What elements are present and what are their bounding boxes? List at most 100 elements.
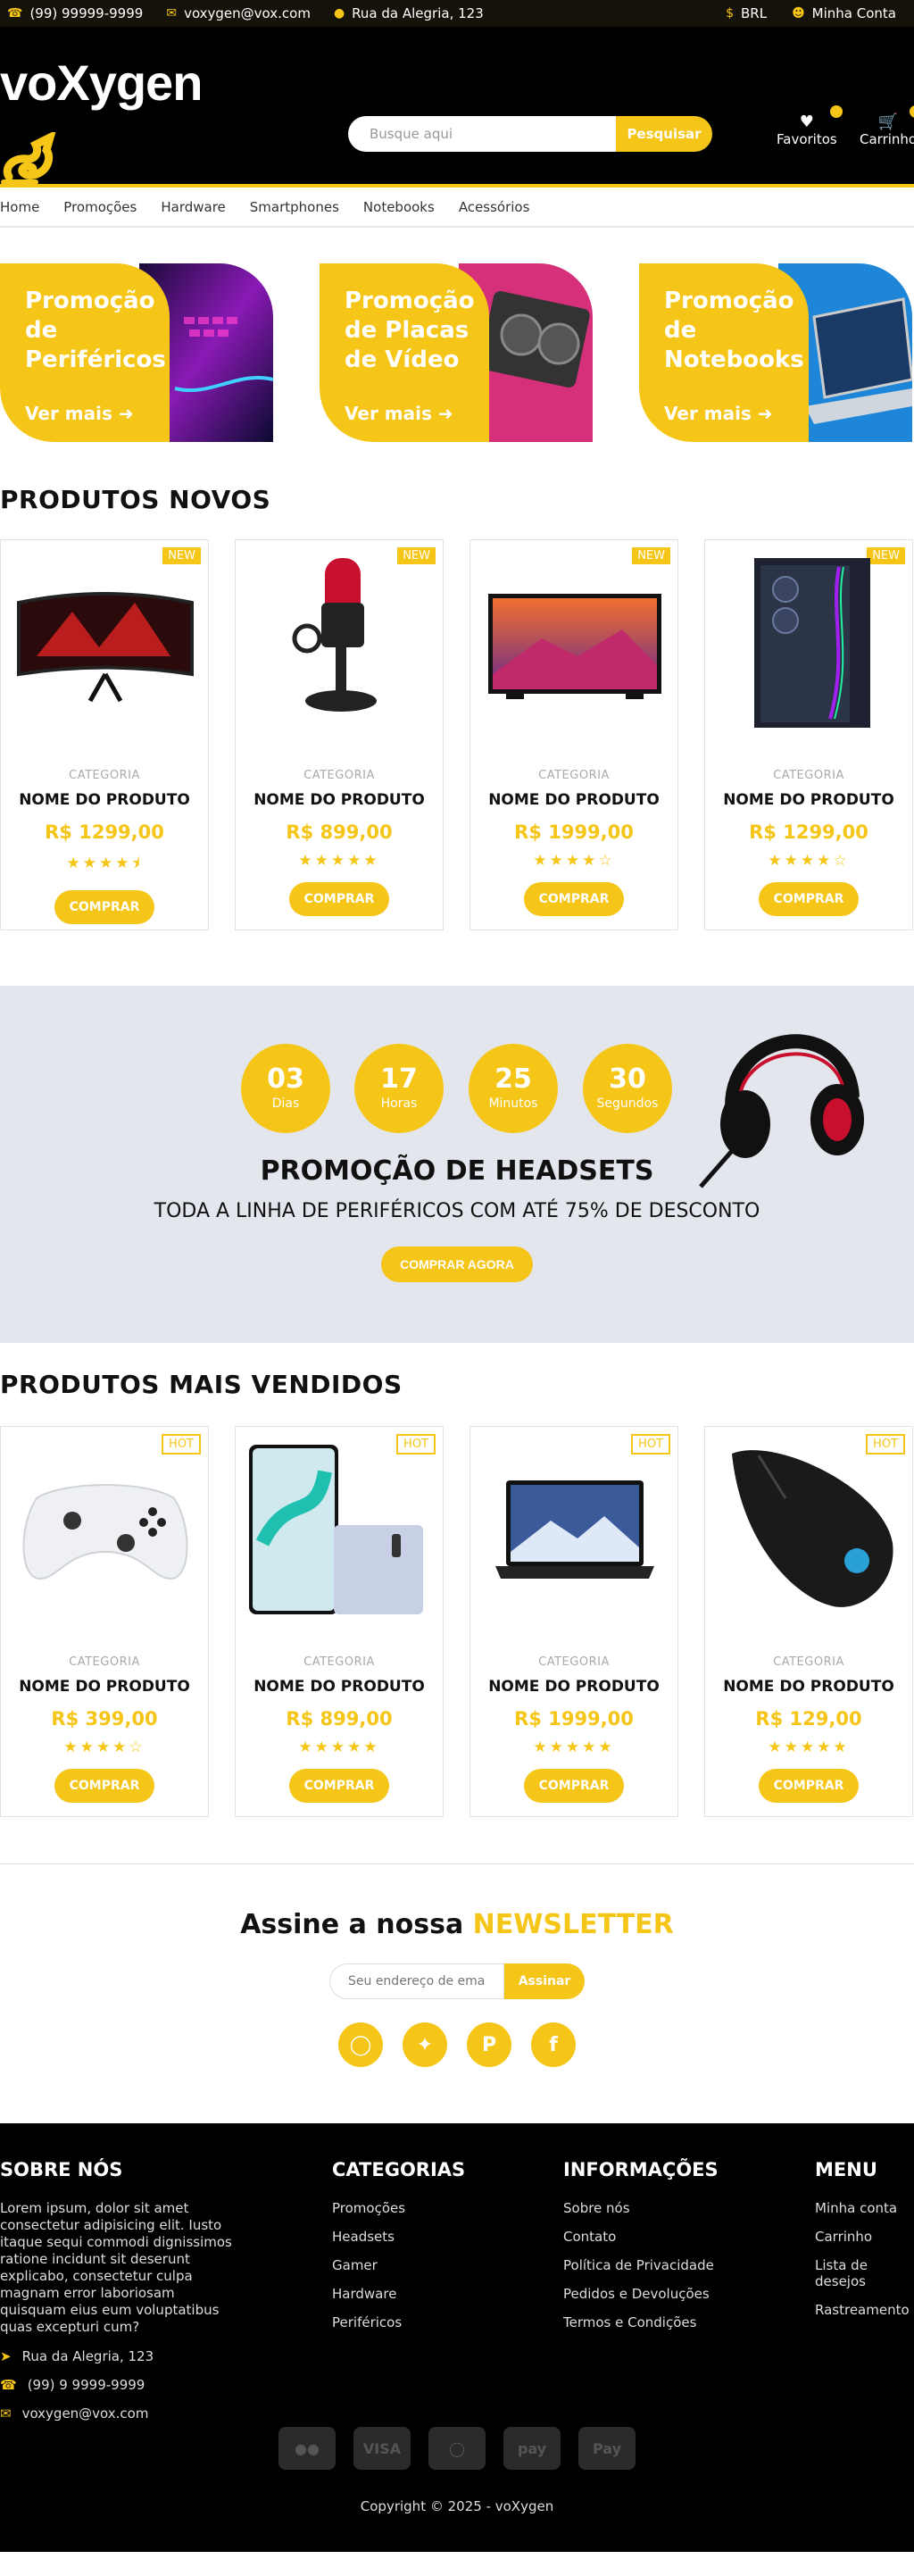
product-card[interactable]: NEW CATEGORIA NOME DO PRODUTO R$ 899,00 …	[235, 539, 444, 930]
footer-link[interactable]: Minha conta	[815, 2200, 914, 2216]
product-card[interactable]: NEW CATEGORIA NOME DO PRODUTO R$ 1299,00…	[0, 539, 209, 930]
envelope-icon: ✉	[0, 2405, 12, 2422]
product-card[interactable]: HOT CATEGORIA NOME DO PRODUTO R$ 399,00 …	[0, 1426, 209, 1817]
site-header: voXygen Pesquisar ♥ Favoritos 🛒 Carrinho	[0, 27, 914, 188]
favorites-link[interactable]: ♥ Favoritos	[777, 105, 843, 147]
pinterest-icon[interactable]: P	[467, 2022, 511, 2067]
arrow-right-icon: ➜	[118, 403, 134, 424]
footer-link[interactable]: Política de Privacidade	[563, 2257, 719, 2273]
footer-menu: MENU Minha conta Carrinho Lista de desej…	[815, 2159, 914, 2330]
nav-item-notebooks[interactable]: Notebooks	[363, 199, 435, 215]
product-card[interactable]: HOT CATEGORIA NOME DO PRODUTO R$ 1999,00…	[469, 1426, 678, 1817]
buy-button[interactable]: COMPRAR	[759, 882, 859, 916]
promo-more-link[interactable]: Ver mais ➜	[25, 403, 134, 424]
footer-link[interactable]: Pedidos e Devoluções	[563, 2286, 719, 2302]
buy-button[interactable]: COMPRAR	[289, 882, 389, 916]
rating-stars: ★★★★⯨	[66, 854, 143, 872]
nav-item-home[interactable]: Home	[0, 199, 39, 215]
deal-subtitle: TODA A LINHA DE PERIFÉRICOS COM ATÉ 75% …	[154, 1200, 760, 1222]
footer-link[interactable]: Sobre nós	[563, 2200, 719, 2216]
rating-stars: ★★★★☆	[63, 1738, 145, 1756]
subscribe-button[interactable]: Assinar	[504, 1963, 585, 1999]
footer-email: ✉ voxygen@vox.com	[0, 2405, 149, 2422]
product-card[interactable]: HOT CATEGORIA NOME DO PRODUTO R$ 129,00 …	[704, 1426, 913, 1817]
visa-icon: VISA	[353, 2427, 411, 2470]
footer-link[interactable]: Gamer	[332, 2257, 465, 2273]
promo-more-link[interactable]: Ver mais ➜	[345, 403, 453, 424]
buy-now-button[interactable]: COMPRAR AGORA	[381, 1246, 533, 1282]
brand-mark-icon	[1, 132, 56, 185]
footer-link[interactable]: Promoções	[332, 2200, 465, 2216]
footer-link[interactable]: Periféricos	[332, 2314, 465, 2330]
product-image-mouse	[732, 1450, 893, 1607]
main-nav: Home Promoções Hardware Smartphones Note…	[0, 188, 914, 228]
favorites-badge	[829, 105, 843, 118]
copyright: Copyright © 2025 - voXygen	[360, 2498, 554, 2514]
buy-button[interactable]: COMPRAR	[524, 1769, 624, 1803]
footer-link[interactable]: Lista de desejos	[815, 2257, 914, 2289]
footer-info: INFORMAÇÕES Sobre nós Contato Política d…	[563, 2159, 719, 2330]
cart-link[interactable]: 🛒 Carrinho	[860, 105, 914, 147]
facebook-icon[interactable]: f	[531, 2022, 576, 2067]
footer-link[interactable]: Carrinho	[815, 2229, 914, 2245]
account-link[interactable]: ☻ Minha Conta	[792, 5, 896, 21]
dollar-icon: $	[726, 6, 734, 21]
headset-deal-banner: 03 Dias 17 Horas 25 Minutos 30 Segundos PROM…	[0, 986, 914, 1343]
mastercard-icon: ●●	[278, 2427, 336, 2470]
nav-item-hardware[interactable]: Hardware	[161, 199, 225, 215]
footer-link[interactable]: Contato	[563, 2229, 719, 2245]
social-links: ◯ ✦ P f	[0, 2022, 914, 2067]
search-bar: Pesquisar	[348, 116, 712, 152]
rating-stars: ★★★★☆	[768, 852, 850, 870]
promo-more-link[interactable]: Ver mais ➜	[664, 403, 773, 424]
brand-logo[interactable]: voXygen	[0, 54, 203, 112]
section-title-best-sellers: PRODUTOS MAIS VENDIDOS	[0, 1370, 403, 1399]
section-title-new: PRODUTOS NOVOS	[0, 485, 271, 514]
instagram-icon[interactable]: ◯	[338, 2022, 383, 2067]
newsletter-form: Assinar	[329, 1963, 585, 1999]
rating-stars: ★★★★★	[533, 1738, 615, 1756]
promo-perifericos[interactable]: Promoção de Periféricos Ver mais ➜	[0, 263, 273, 442]
product-image-pc-case	[754, 558, 870, 728]
countdown-hours: 17 Horas	[354, 1044, 444, 1133]
product-image-laptop	[495, 1480, 654, 1579]
product-card[interactable]: NEW CATEGORIA NOME DO PRODUTO R$ 1299,00…	[704, 539, 913, 930]
newsletter-title: Assine a nossa NEWSLETTER	[240, 1909, 674, 1940]
currency-selector[interactable]: $ BRL	[726, 5, 767, 21]
footer-link[interactable]: Headsets	[332, 2229, 465, 2245]
buy-button[interactable]: COMPRAR	[289, 1769, 389, 1803]
buy-button[interactable]: COMPRAR	[524, 882, 624, 916]
newsletter-email-input[interactable]	[329, 1963, 504, 1999]
about-text: Lorem ipsum, dolor sit amet consectetur …	[0, 2200, 232, 2335]
nav-item-smartphones[interactable]: Smartphones	[250, 199, 339, 215]
buy-button[interactable]: COMPRAR	[759, 1769, 859, 1803]
best-sellers-grid: HOT CATEGORIA NOME DO PRODUTO R$ 399,00 …	[0, 1426, 914, 1846]
buy-button[interactable]: COMPRAR	[54, 890, 154, 924]
envelope-icon: ✉	[166, 6, 178, 21]
cart-icon: 🛒	[860, 105, 914, 131]
arrow-right-icon: ➜	[437, 403, 453, 424]
product-card[interactable]: HOT CATEGORIA NOME DO PRODUTO R$ 899,00 …	[235, 1426, 444, 1817]
email-contact: ✉ voxygen@vox.com	[166, 5, 311, 21]
product-image-smartphone	[249, 1445, 423, 1614]
footer-categories: CATEGORIAS Promoções Headsets Gamer Hard…	[332, 2159, 466, 2330]
product-card[interactable]: NEW CATEGORIA NOME DO PRODUTO R$ 1999,00…	[469, 539, 678, 930]
cart-badge	[910, 105, 914, 118]
rating-stars: ★★★★★	[298, 1738, 380, 1756]
promo-notebooks[interactable]: Promoção de Notebooks Ver mais ➜	[639, 263, 912, 442]
buy-button[interactable]: COMPRAR	[54, 1769, 154, 1803]
search-input[interactable]	[348, 116, 616, 152]
nav-item-promocoes[interactable]: Promoções	[63, 199, 137, 215]
footer-link[interactable]: Hardware	[332, 2286, 465, 2302]
search-button[interactable]: Pesquisar	[616, 116, 712, 152]
nav-item-acessorios[interactable]: Acessórios	[459, 199, 530, 215]
footer-link[interactable]: Termos e Condições	[563, 2314, 719, 2330]
twitter-icon[interactable]: ✦	[403, 2022, 447, 2067]
heart-icon: ♥	[777, 105, 843, 131]
new-products-grid: NEW CATEGORIA NOME DO PRODUTO R$ 1299,00…	[0, 539, 914, 959]
promo-placas-video[interactable]: Promoção de Placas de Vídeo Ver mais ➜	[320, 263, 593, 442]
address-contact: ● Rua da Alegria, 123	[333, 5, 484, 21]
arrow-right-icon: ➜	[757, 403, 773, 424]
product-image-controller	[22, 1484, 188, 1580]
footer-link[interactable]: Rastreamento	[815, 2302, 914, 2318]
